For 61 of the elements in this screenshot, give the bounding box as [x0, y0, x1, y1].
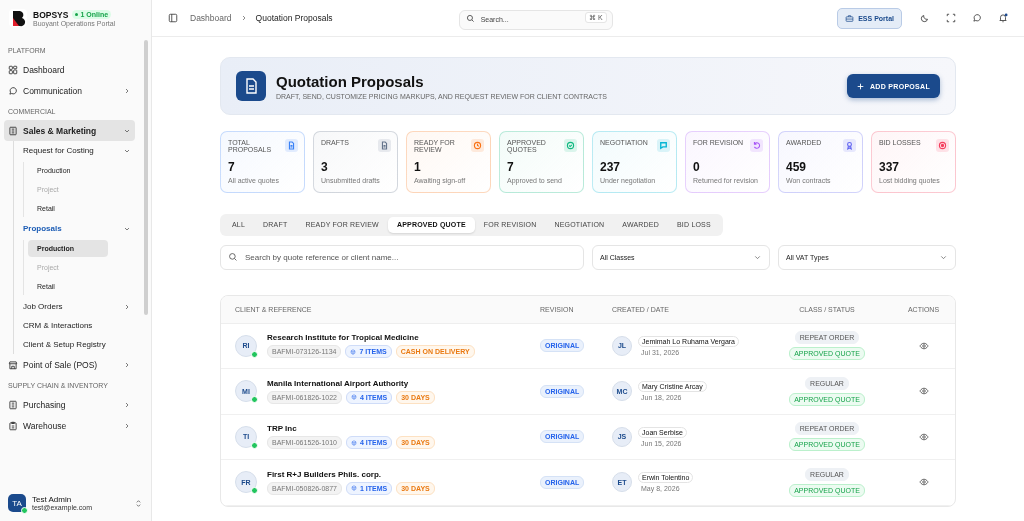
sidebar-item[interactable]: Communication — [4, 80, 135, 101]
briefcase-icon — [845, 13, 855, 23]
sidebar-icon — [8, 359, 18, 370]
fullscreen-icon[interactable] — [946, 13, 956, 23]
box-icon — [351, 394, 357, 401]
box-icon — [351, 439, 357, 446]
sidebar-item[interactable]: Sales & Marketing — [4, 120, 135, 141]
chevron-icon — [123, 86, 131, 95]
sidebar-subitem[interactable]: Request for Costing — [23, 141, 135, 160]
search-field[interactable]: Search by quote reference or client name... — [220, 244, 584, 270]
sidebar-item[interactable]: Warehouse — [4, 415, 135, 436]
sidebar-subitem[interactable]: Proposals — [23, 219, 135, 238]
plus-icon — [857, 82, 864, 90]
sidebar-item[interactable]: Dashboard — [4, 59, 135, 80]
chevron-icon — [123, 360, 131, 369]
search-icon — [465, 13, 475, 23]
view-icon[interactable] — [918, 386, 929, 397]
sidebar-subitem[interactable]: Client & Setup Registry — [23, 335, 135, 354]
chevron-icon — [123, 400, 131, 409]
page-title: Quotation Proposals — [276, 72, 425, 90]
stat-value: 3 — [321, 160, 329, 174]
sidebar-item[interactable]: Point of Sale (POS) — [4, 354, 135, 375]
client-name: First R+J Builders Phils. corp. — [267, 469, 383, 479]
sidebar-icon — [8, 420, 18, 431]
chevron-icon — [123, 421, 131, 430]
view-icon[interactable] — [918, 431, 929, 442]
client-name: Manila International Airport Authority — [267, 378, 410, 388]
sidebar-icon — [8, 64, 18, 75]
sidebar-toggle-icon[interactable] — [168, 13, 178, 23]
bell-icon[interactable] — [998, 13, 1008, 23]
stat-value: 237 — [600, 160, 622, 174]
scrollbar[interactable] — [144, 40, 148, 315]
client-name: Research Institute for Tropical Medicine — [267, 333, 420, 343]
sidebar-icon — [8, 399, 18, 410]
sidebar-item[interactable]: Purchasing — [4, 394, 135, 415]
view-icon[interactable] — [918, 340, 929, 351]
user-avatar: TA — [8, 494, 26, 512]
chat-icon[interactable] — [972, 13, 982, 23]
chevron-icon — [123, 302, 131, 311]
expand-icon[interactable] — [134, 498, 143, 508]
document-icon — [236, 71, 266, 101]
sidebar-subitem[interactable]: CRM & Interactions — [23, 316, 135, 335]
breadcrumb-link[interactable]: Dashboard — [190, 13, 232, 23]
brand-name: BOPSYS — [33, 9, 69, 20]
view-icon[interactable] — [918, 477, 929, 488]
moon-icon[interactable] — [920, 13, 930, 23]
breadcrumb-current: Quotation Proposals — [255, 13, 333, 23]
search-icon — [228, 252, 238, 262]
stat-value: 0 — [693, 160, 701, 174]
client-name: TRP Inc — [267, 424, 298, 434]
box-icon — [350, 348, 357, 355]
sidebar-icon — [8, 85, 18, 96]
stat-value: 7 — [507, 160, 515, 174]
stat-value: 7 — [228, 160, 236, 174]
box-icon — [351, 485, 357, 492]
user-name: Test Admin — [32, 495, 73, 504]
stat-value: 337 — [879, 160, 901, 174]
sidebar-icon — [8, 125, 18, 136]
sidebar-subitem[interactable]: Job Orders — [23, 297, 135, 316]
stat-value: 459 — [786, 160, 808, 174]
stat-value: 1 — [414, 160, 422, 174]
